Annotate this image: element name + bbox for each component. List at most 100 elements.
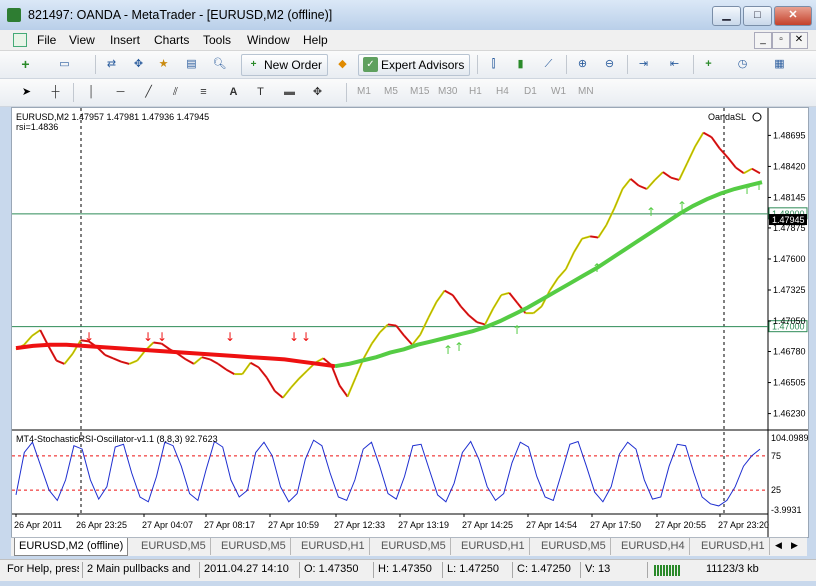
sell-arrow-icon: ↓	[84, 330, 94, 344]
price-axis-label: 1.48145	[773, 192, 806, 202]
tab-eurusd-h1[interactable]: EURUSD,H1	[297, 538, 370, 555]
status-open: O: 1.47350	[304, 563, 359, 575]
mdi-minimize-button[interactable]: _	[754, 32, 772, 49]
tab-eurusd-m5[interactable]: EURUSD,M5	[137, 538, 211, 555]
tab-eurusd-h1[interactable]: EURUSD,H1	[457, 538, 530, 555]
chart-window[interactable]: 1.48000 1.47000 1.47945 1.48695 1.48420 1.481…	[11, 107, 809, 538]
status-bar: For Help, press F1 2 Main pullbacks and …	[0, 559, 816, 581]
vertical-line-icon[interactable]: │	[83, 84, 100, 101]
time-axis-label: 26 Apr 23:25	[76, 520, 127, 530]
close-button[interactable]: ✕	[774, 6, 812, 26]
periods-icon[interactable]: ◷	[734, 56, 751, 73]
cursor-icon[interactable]: ➤	[18, 84, 35, 101]
shapes-icon[interactable]: ✥	[309, 84, 326, 101]
status-datetime: 2011.04.27 14:10	[204, 563, 289, 575]
timeframe-m5[interactable]: M5	[384, 86, 398, 97]
strategy-tester-icon[interactable]: 🔍︎	[211, 56, 228, 73]
tab-eurusd-h4[interactable]: EURUSD,H4	[617, 538, 690, 555]
terminal-icon[interactable]: ▤	[183, 56, 200, 73]
fibonacci-icon[interactable]: ≡	[195, 84, 212, 101]
menu-tools[interactable]: Tools	[203, 33, 231, 47]
sell-arrow-icon: ↓	[143, 330, 153, 344]
bar-chart-icon[interactable]: ⫿	[485, 56, 502, 73]
profiles-icon[interactable]: ▭	[56, 56, 73, 73]
window-title: 821497: OANDA - MetaTrader - [EURUSD,M2 …	[28, 8, 333, 22]
price-axis-label: 1.48695	[773, 130, 806, 140]
tab-eurusd-m5[interactable]: EURUSD,M5	[217, 538, 291, 555]
timeframe-m30[interactable]: M30	[438, 86, 457, 97]
menu-insert[interactable]: Insert	[110, 33, 140, 47]
status-traffic: 11123/3 kb	[706, 563, 759, 575]
new-chart-icon[interactable]: +	[17, 56, 34, 73]
line-chart-icon[interactable]: ⟋	[540, 56, 557, 73]
price-axis-label: 1.47325	[773, 285, 806, 295]
text-icon[interactable]: A	[225, 84, 242, 101]
line-studies-toolbar: ➤ ┼ │ ─ ╱ ⫽ ≡ A T ▬ ✥ M1 M5 M15 M30 H1 H…	[0, 79, 816, 107]
oscillator-axis-label: -3.9931	[771, 505, 802, 515]
timeframe-m15[interactable]: M15	[410, 86, 429, 97]
zoom-out-icon[interactable]: ⊖	[601, 56, 618, 73]
warning-icon[interactable]: ◆	[334, 56, 351, 73]
timeframe-w1[interactable]: W1	[551, 86, 566, 97]
indicators-icon[interactable]: +	[700, 56, 717, 73]
new-order-button[interactable]: + New Order	[241, 54, 329, 76]
menu-help[interactable]: Help	[303, 33, 328, 47]
timeframe-h4[interactable]: H4	[496, 86, 509, 97]
timeframe-h1[interactable]: H1	[469, 86, 482, 97]
oanda-sl-tag: OandaSL	[708, 112, 746, 122]
timeframe-m1[interactable]: M1	[357, 86, 371, 97]
price-axis-label: 1.47050	[773, 316, 806, 326]
tab-eurusd-h1[interactable]: EURUSD,H1	[697, 538, 770, 555]
sell-arrow-icon: ↓	[157, 330, 167, 344]
buy-arrow-icon: ↑	[443, 343, 453, 357]
time-axis-label: 27 Apr 10:59	[268, 520, 319, 530]
price-axis-label: 1.46780	[773, 347, 806, 357]
timeframe-d1[interactable]: D1	[524, 86, 537, 97]
templates-icon[interactable]: ▦	[771, 56, 788, 73]
zoom-in-icon[interactable]: ⊕	[574, 56, 591, 73]
price-axis-label: 1.47875	[773, 223, 806, 233]
moving-average-green	[334, 180, 763, 369]
sell-arrow-icon: ↓	[301, 330, 311, 344]
chart-shift-icon[interactable]: ⇤	[666, 56, 683, 73]
metatrader-app-icon[interactable]	[7, 8, 21, 22]
mdi-chart-icon[interactable]	[13, 33, 27, 47]
tab-scroll-left-icon[interactable]: ◀	[775, 540, 782, 551]
mdi-restore-button[interactable]: ▫	[772, 32, 790, 49]
mdi-close-button[interactable]: ✕	[790, 32, 808, 49]
time-axis-label: 27 Apr 12:33	[334, 520, 385, 530]
time-axis-label: 27 Apr 14:25	[462, 520, 513, 530]
sell-arrow-icon: ↓	[289, 330, 299, 344]
minimize-button[interactable]: ▁	[712, 6, 741, 26]
trendline-icon[interactable]: ╱	[140, 84, 157, 101]
tab-eurusd-m2[interactable]: EURUSD,M2 (offline)	[14, 538, 129, 556]
maximize-button[interactable]: □	[743, 6, 772, 26]
arrows-icon[interactable]: ▬	[281, 84, 298, 101]
equidistant-channel-icon[interactable]: ⫽	[167, 84, 184, 101]
menu-window[interactable]: Window	[247, 33, 290, 47]
price-chart[interactable]: 1.480001.470001.479451.486951.484201.481…	[12, 108, 808, 537]
market-watch-icon[interactable]: ⇄	[103, 56, 120, 73]
navigator-icon[interactable]: ★	[155, 56, 172, 73]
status-profile: 2 Main pullbacks and	[87, 563, 191, 575]
candlestick-chart-icon[interactable]: ▮	[512, 56, 529, 73]
buy-arrow-icon: ↑	[677, 199, 687, 213]
crosshair-icon[interactable]: ┼	[47, 84, 64, 101]
menu-file[interactable]: File	[37, 33, 56, 47]
time-axis-label: 27 Apr 08:17	[204, 520, 255, 530]
chart-info-label: EURUSD,M2 1.47957 1.47981 1.47936 1.4794…	[16, 112, 209, 122]
tab-scroll-right-icon[interactable]: ▶	[791, 540, 798, 551]
tab-eurusd-m5[interactable]: EURUSD,M5	[537, 538, 611, 555]
menu-charts[interactable]: Charts	[154, 33, 189, 47]
text-label-icon[interactable]: T	[252, 84, 269, 101]
horizontal-line-icon[interactable]: ─	[112, 84, 129, 101]
data-window-icon[interactable]: ✥	[130, 56, 147, 73]
menu-view[interactable]: View	[69, 33, 95, 47]
oscillator-axis-label: 104.0989	[771, 433, 808, 443]
auto-scroll-icon[interactable]: ⇥	[635, 56, 652, 73]
timeframe-mn[interactable]: MN	[578, 86, 594, 97]
tab-eurusd-m5[interactable]: EURUSD,M5	[377, 538, 451, 555]
expert-advisors-icon: ✓	[363, 57, 378, 72]
expert-advisors-button[interactable]: ✓ Expert Advisors	[358, 54, 471, 76]
time-axis-label: 27 Apr 13:19	[398, 520, 449, 530]
